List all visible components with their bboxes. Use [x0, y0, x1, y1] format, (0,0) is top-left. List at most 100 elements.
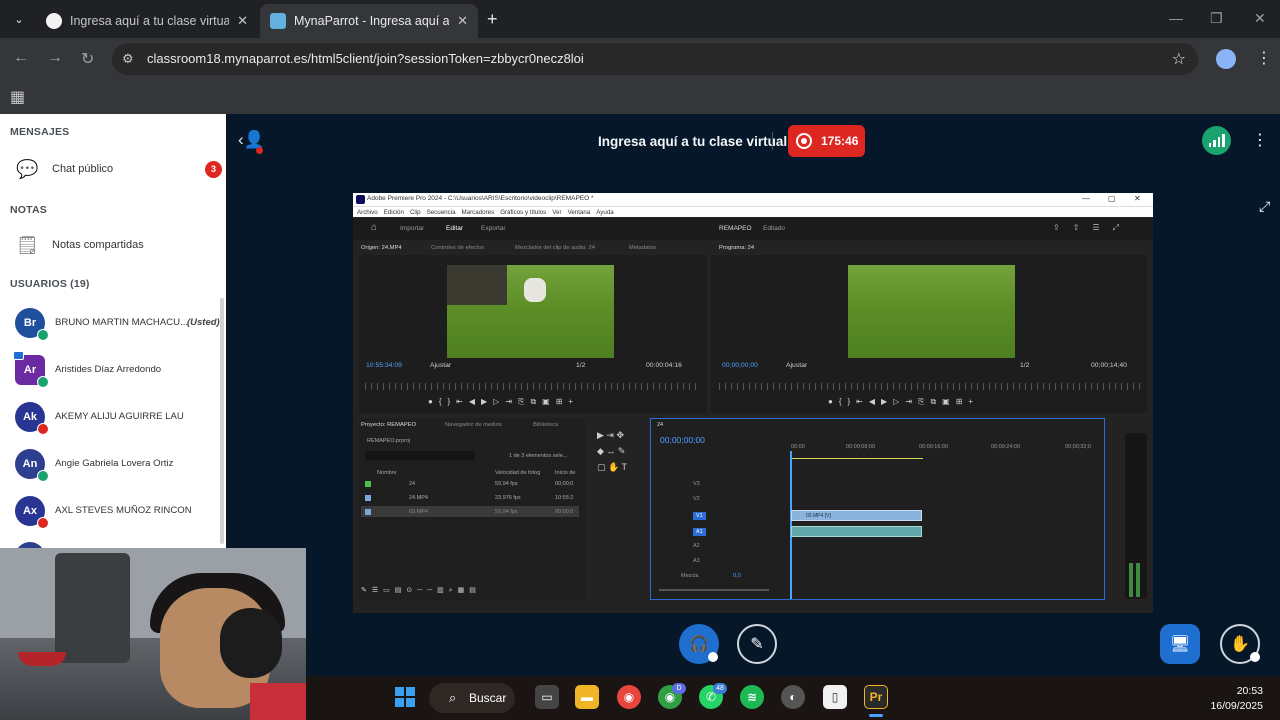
camera-toggle-button[interactable]: ✎ [737, 624, 777, 664]
menu-item[interactable]: Ventana [568, 209, 591, 216]
column-name[interactable]: Nombre [377, 470, 397, 476]
workspace-edit[interactable]: Editar [446, 225, 463, 232]
program-scrubber[interactable] [719, 383, 1143, 390]
task-view-icon[interactable]: ▭ [535, 685, 559, 709]
program-resolution-dropdown[interactable]: 1/2 [1020, 362, 1029, 369]
maximize-icon[interactable]: ▢ [1108, 194, 1116, 203]
track-label[interactable]: V2 [693, 496, 700, 502]
file-explorer-icon[interactable]: ▬ [575, 685, 599, 709]
source-resolution-dropdown[interactable]: 1/2 [576, 362, 585, 369]
home-icon[interactable]: ⌂ [371, 222, 377, 233]
screenshare-button[interactable]: 🖥 [1160, 624, 1200, 664]
column-fps[interactable]: Velocidad de fotog [495, 470, 540, 476]
window-close-icon[interactable]: ✕ [1254, 10, 1266, 27]
minimize-icon[interactable]: — [1169, 10, 1183, 26]
new-tab-icon[interactable]: + [487, 9, 498, 30]
menu-item[interactable]: Ver [552, 209, 561, 216]
project-item-selected[interactable]: 03.MP4 59,94 fps 00:00:0 [361, 506, 579, 517]
taskbar-clock[interactable]: 20:53 16/09/2025 [1203, 684, 1263, 714]
workspace-import[interactable]: Importar [400, 225, 424, 232]
tab-search-icon[interactable]: ⌄ [8, 8, 30, 30]
apps-grid-icon[interactable]: ▦ [10, 87, 25, 107]
track-label[interactable]: A2 [693, 543, 700, 549]
user-list-item[interactable]: Ar Aristides Díaz Arredondo [0, 348, 222, 392]
tab-source[interactable]: Origen: 24.MP4 [361, 245, 402, 251]
tab-media-browser[interactable]: Navegador de medios [445, 422, 502, 428]
program-fit-dropdown[interactable]: Ajustar [786, 362, 807, 369]
browser-tab-2[interactable]: MynaParrot - Ingresa aquí a tu c ✕ [260, 4, 478, 38]
webcam-object [18, 652, 66, 666]
project-toolbar[interactable]: ✎☰▭▤⊙──▥⌕▦▤ [361, 586, 481, 595]
window-close-icon[interactable]: ✕ [1134, 194, 1141, 203]
track-label[interactable]: V3 [693, 481, 700, 487]
taskbar-search[interactable]: ⌕ Buscar [429, 683, 515, 713]
site-info-icon[interactable]: ⚙ [122, 51, 134, 67]
source-transport-controls[interactable]: ●{}⇤◀▶▷⇥⎘⧉▣⊞+ [428, 397, 579, 407]
chrome-icon[interactable]: ◉ [617, 685, 641, 709]
menu-item[interactable]: Edición [384, 209, 404, 216]
tools-panel[interactable]: ▶ ⇥ ✥ ◆ ↔ ✎ ▢ ✋ T [597, 427, 627, 475]
browser-tab-1[interactable]: Ingresa aquí a tu clase virtual ✕ [36, 4, 258, 38]
tab-audio-mixer[interactable]: Mezclador del clip de audio: 24 [515, 245, 595, 251]
menu-item[interactable]: Archivo [357, 209, 378, 216]
forward-icon[interactable]: → [47, 49, 63, 67]
mix-value[interactable]: 0,0 [733, 573, 741, 579]
source-scrubber[interactable] [365, 383, 701, 390]
bookmark-star-icon[interactable]: ☆ [1172, 49, 1186, 69]
fullscreen-icon[interactable]: ⤢ [1259, 198, 1270, 215]
menu-icon[interactable]: ⋮ [1256, 48, 1272, 68]
user-list-item[interactable]: Ax AXL STEVES MUÑOZ RINCON [0, 489, 222, 533]
menu-item[interactable]: Marcadores [462, 209, 495, 216]
sidebar-scrollbar[interactable] [220, 298, 224, 544]
tab-project[interactable]: Proyecto: REMAPEO [361, 422, 416, 428]
user-list-item[interactable]: Ak AKEMY ALIJU AGUIRRE LAU [0, 395, 222, 439]
connection-status-icon[interactable] [1202, 126, 1231, 155]
shared-notes-item[interactable]: 🗒 Notas compartidas [0, 227, 226, 263]
url-text[interactable]: classroom18.mynaparrot.es/html5client/jo… [147, 51, 584, 66]
app-icon[interactable]: ◐ [781, 685, 805, 709]
menu-item[interactable]: Clip [410, 209, 421, 216]
work-area-bar[interactable] [791, 458, 923, 459]
tab-title: Ingresa aquí a tu clase virtual [70, 14, 230, 28]
close-icon[interactable]: ✕ [457, 13, 468, 29]
premiere-taskbar-icon[interactable]: Pr [864, 685, 888, 709]
tab-effect-controls[interactable]: Controles de efectos [431, 245, 484, 251]
user-list-item[interactable]: Br BRUNO MARTIN MACHACU... (Usted) [0, 301, 222, 345]
menu-item[interactable]: Secuencia [427, 209, 456, 216]
tab-library[interactable]: Biblioteca [533, 422, 558, 428]
windows-start-icon[interactable] [393, 685, 417, 709]
document-icon[interactable]: ▯ [823, 685, 847, 709]
public-chat-item[interactable]: 💬 Chat público 3 [0, 151, 226, 187]
timeline-zoom-scrollbar[interactable] [659, 589, 769, 591]
source-fit-dropdown[interactable]: Ajustar [430, 362, 451, 369]
maximize-icon[interactable]: ❐ [1210, 10, 1223, 27]
track-label[interactable]: A3 [693, 558, 700, 564]
timeline-tab[interactable]: 24 [657, 422, 663, 428]
user-list-item[interactable]: An Angie Gabriela Lovera Ortiz [0, 442, 222, 486]
options-menu-icon[interactable]: ⋮ [1252, 130, 1268, 150]
playhead[interactable] [790, 451, 792, 599]
project-search-input[interactable] [365, 451, 475, 460]
close-icon[interactable]: ✕ [237, 13, 248, 29]
profile-icon[interactable] [1216, 49, 1236, 69]
minimize-icon[interactable]: — [1082, 194, 1090, 203]
omnibox[interactable]: ⚙ classroom18.mynaparrot.es/html5client/… [112, 43, 1198, 75]
track-label[interactable]: V1 [693, 512, 706, 520]
menu-item[interactable]: Ayuda [596, 209, 613, 216]
you-label: (Usted) [187, 317, 220, 328]
recording-indicator[interactable]: 175:46 [788, 125, 865, 157]
back-icon[interactable]: ← [13, 49, 29, 67]
menu-item[interactable]: Gráficos y títulos [500, 209, 546, 216]
audio-clip[interactable] [791, 526, 922, 537]
tab-metadata[interactable]: Metadatos [629, 245, 656, 251]
video-clip[interactable]: 03.MP4 [V] [791, 510, 922, 521]
column-start[interactable]: Inicio de [555, 470, 576, 476]
workspace-export[interactable]: Exportar [481, 225, 506, 232]
track-label[interactable]: A1 [693, 528, 706, 536]
reload-icon[interactable]: ↻ [81, 49, 94, 69]
tab-program[interactable]: Programa: 24 [719, 245, 754, 251]
program-transport-controls[interactable]: ●{}⇤◀▶▷⇥⎘⧉▣⊞+ [828, 397, 979, 407]
spotify-icon[interactable]: ≋ [740, 685, 764, 709]
track-label[interactable]: Mezcla [681, 573, 698, 579]
workspace-tools-icons[interactable]: ⇪⇧☰⤢ [1053, 223, 1132, 233]
